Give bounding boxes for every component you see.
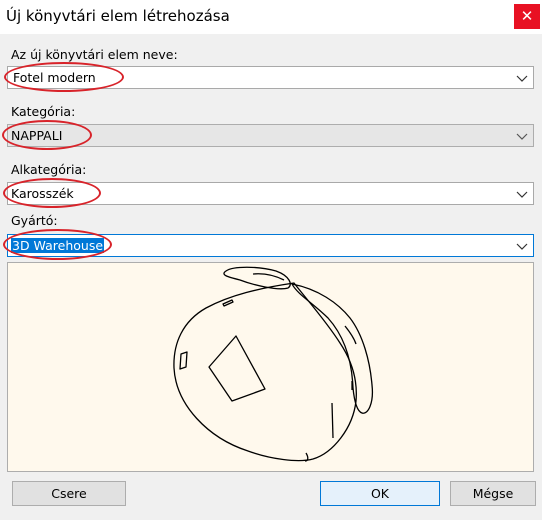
name-value: Fotel modern [13, 70, 96, 85]
chevron-down-icon[interactable] [515, 187, 529, 201]
title-bar: Új könyvtári elem létrehozása ✕ [0, 0, 542, 34]
category-label: Kategória: [11, 104, 76, 119]
replace-button[interactable]: Csere [12, 481, 126, 506]
subcategory-value: Karosszék [11, 186, 74, 201]
chevron-down-icon[interactable] [515, 71, 529, 85]
cancel-button[interactable]: Mégse [450, 481, 536, 506]
preview-panel [7, 262, 534, 472]
manufacturer-combo[interactable]: 3D Warehouse [7, 234, 534, 257]
name-combo[interactable]: Fotel modern [7, 66, 534, 89]
subcategory-combo[interactable]: Karosszék [7, 182, 534, 205]
subcategory-label: Alkategória: [11, 162, 87, 177]
ok-button[interactable]: OK [320, 481, 440, 506]
close-button[interactable]: ✕ [514, 4, 540, 29]
category-value: NAPPALI [11, 128, 63, 143]
chevron-down-icon[interactable] [515, 129, 529, 143]
manufacturer-value: 3D Warehouse [11, 238, 105, 253]
category-combo[interactable]: NAPPALI [7, 124, 534, 147]
armchair-preview-drawing [173, 266, 374, 462]
name-label: Az új könyvtári elem neve: [11, 47, 178, 62]
manufacturer-label: Gyártó: [11, 213, 58, 228]
window-title: Új könyvtári elem létrehozása [6, 7, 230, 25]
chevron-down-icon[interactable] [515, 239, 529, 253]
